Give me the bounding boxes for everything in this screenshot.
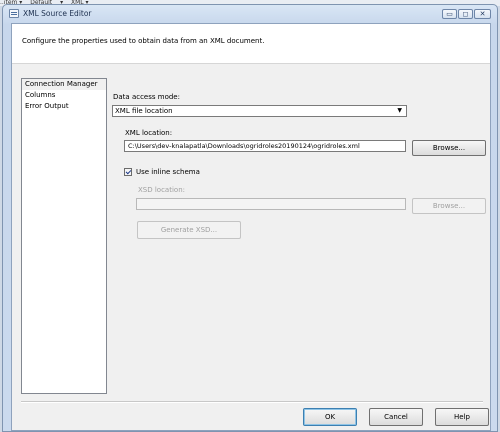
header-band: Configure the properties used to obtain …: [12, 24, 490, 64]
generate-xsd-button[interactable]: Generate XSD...: [137, 221, 241, 239]
nav-item-error-output[interactable]: Error Output: [22, 101, 106, 112]
navigation-list: Connection Manager Columns Error Output: [21, 78, 107, 394]
xsd-location-label: XSD location:: [138, 186, 185, 194]
data-access-mode-value: XML file location: [115, 107, 173, 115]
xsd-location-input[interactable]: [136, 198, 406, 210]
nav-item-connection-manager[interactable]: Connection Manager: [22, 79, 106, 90]
xml-source-editor-window: XML Source Editor ▭ ◻ ✕ Configure the pr…: [2, 4, 498, 432]
maximize-button[interactable]: ◻: [458, 9, 473, 19]
dropdown-arrow-icon: ▼: [397, 107, 402, 114]
browse-xml-button[interactable]: Browse...: [412, 140, 486, 156]
data-access-mode-select[interactable]: XML file location ▼: [112, 105, 407, 117]
title-bar[interactable]: XML Source Editor ▭ ◻ ✕: [3, 5, 497, 23]
cancel-button[interactable]: Cancel: [369, 408, 423, 426]
browse-xsd-button[interactable]: Browse...: [412, 198, 486, 214]
dialog-client-area: Configure the properties used to obtain …: [11, 23, 491, 431]
data-access-mode-label: Data access mode:: [113, 93, 180, 101]
footer-separator: [21, 401, 483, 403]
nav-item-columns[interactable]: Columns: [22, 90, 106, 101]
dialog-description: Configure the properties used to obtain …: [22, 37, 265, 45]
xml-location-label: XML location:: [125, 129, 173, 137]
window-title: XML Source Editor: [23, 9, 92, 18]
help-button[interactable]: Help: [435, 408, 489, 426]
xml-location-input[interactable]: C:\Users\dev-knalapatla\Downloads\ogridr…: [124, 140, 406, 152]
use-inline-schema-label: Use inline schema: [136, 168, 200, 176]
close-button[interactable]: ✕: [474, 9, 491, 19]
ok-button[interactable]: OK: [303, 408, 357, 426]
xml-source-app-icon: [9, 9, 19, 18]
minimize-button[interactable]: ▭: [442, 9, 457, 19]
window-controls: ▭ ◻ ✕: [442, 9, 491, 19]
use-inline-schema-checkbox[interactable]: [124, 168, 132, 176]
